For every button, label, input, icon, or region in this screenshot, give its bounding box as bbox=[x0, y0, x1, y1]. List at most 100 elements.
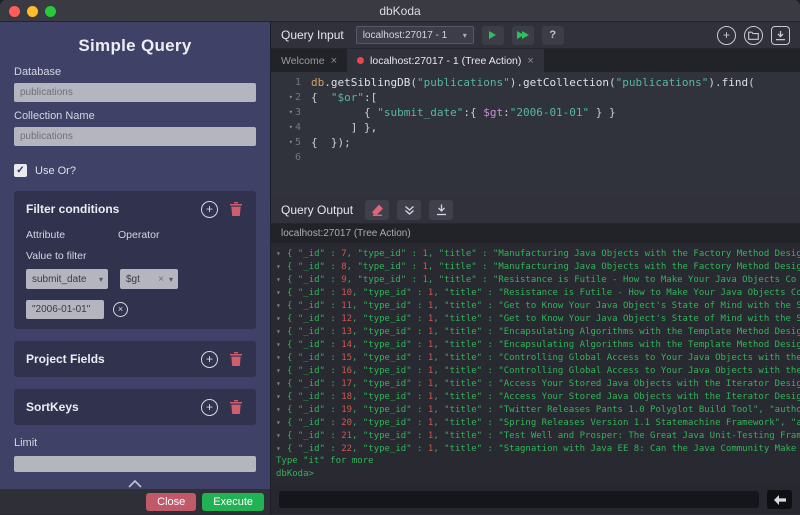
save-file-button[interactable] bbox=[771, 26, 790, 45]
output-tab[interactable]: localhost:27017 (Tree Action) bbox=[281, 228, 411, 239]
fold-caret-icon[interactable]: ▾ bbox=[289, 105, 293, 120]
clear-operator-icon[interactable]: × bbox=[156, 274, 166, 285]
expand-caret-icon[interactable]: ▾ bbox=[276, 390, 287, 403]
database-input[interactable] bbox=[14, 83, 256, 102]
terminal-text: { "_id" : bbox=[287, 301, 341, 311]
add-filter-button[interactable]: + bbox=[201, 201, 218, 218]
expand-caret-icon[interactable]: ▾ bbox=[276, 286, 287, 299]
tab-close-icon[interactable]: × bbox=[331, 55, 337, 67]
output-tabbar: localhost:27017 (Tree Action) bbox=[271, 224, 800, 243]
expand-caret-icon[interactable]: ▾ bbox=[276, 299, 287, 312]
terminal-number: 20 bbox=[341, 418, 352, 428]
editor-gutter: ▾4 bbox=[271, 120, 301, 135]
expand-caret-icon[interactable]: ▾ bbox=[276, 312, 287, 325]
terminal-number: 16 bbox=[341, 366, 352, 376]
terminal-line: ▾{ "_id" : 13, "type_id" : 1, "title" : … bbox=[276, 325, 800, 338]
editor-gutter: 1 bbox=[271, 75, 301, 90]
save-output-button[interactable] bbox=[429, 200, 453, 220]
collection-input[interactable] bbox=[14, 127, 256, 146]
show-more-button[interactable] bbox=[397, 200, 421, 220]
terminal-number: 15 bbox=[341, 353, 352, 363]
connection-select[interactable]: localhost:27017 - 1 ▾ bbox=[356, 26, 474, 44]
tab-welcome[interactable]: Welcome × bbox=[271, 49, 347, 72]
expand-caret-icon[interactable]: ▾ bbox=[276, 351, 287, 364]
add-project-field-button[interactable]: + bbox=[201, 351, 218, 368]
use-or-checkbox[interactable]: ✓ bbox=[14, 164, 27, 177]
zoom-window-button[interactable] bbox=[45, 6, 56, 17]
tab-close-icon[interactable]: × bbox=[527, 55, 533, 67]
editor-area: Query Input localhost:27017 - 1 ▾ ? + bbox=[270, 22, 800, 514]
expand-caret-icon[interactable]: ▾ bbox=[276, 338, 287, 351]
terminal-text: { "_id" : bbox=[287, 327, 341, 337]
filter-value-input[interactable] bbox=[26, 300, 104, 319]
editor-line: ▾5{ }); bbox=[271, 135, 800, 150]
operator-label: Operator bbox=[118, 229, 159, 241]
remove-filter-button[interactable] bbox=[228, 201, 244, 217]
terminal-line: ▾{ "_id" : 17, "type_id" : 1, "title" : … bbox=[276, 377, 800, 390]
submit-command-button[interactable] bbox=[767, 490, 792, 509]
sort-keys-title: SortKeys bbox=[26, 400, 201, 414]
terminal-text: { "_id" : bbox=[287, 275, 341, 285]
expand-caret-icon[interactable]: ▾ bbox=[276, 377, 287, 390]
add-editor-button[interactable]: + bbox=[717, 26, 736, 45]
sidebar-footer: Close Execute bbox=[0, 489, 270, 514]
editor-line: ▾3 { "submit_date":{ $gt:"2006-01-01" } … bbox=[271, 105, 800, 120]
remove-sort-key-button[interactable] bbox=[228, 399, 244, 415]
terminal-text: { "_id" : bbox=[287, 392, 341, 402]
execute-button[interactable]: Execute bbox=[202, 493, 264, 511]
terminal-text: , "title" : "Encapsulating Algorithms wi… bbox=[433, 327, 800, 337]
terminal-text: { "_id" : bbox=[287, 366, 341, 376]
prompt: dbKoda> bbox=[276, 469, 314, 479]
fold-caret-icon[interactable]: ▾ bbox=[289, 135, 293, 150]
minimize-window-button[interactable] bbox=[27, 6, 38, 17]
tab-connection[interactable]: localhost:27017 - 1 (Tree Action) × bbox=[347, 49, 544, 72]
terminal-text: , "type_id" : bbox=[352, 314, 428, 324]
expand-caret-icon[interactable]: ▾ bbox=[276, 364, 287, 377]
execute-all-button[interactable] bbox=[512, 26, 534, 45]
terminal-line: ▾{ "_id" : 14, "type_id" : 1, "title" : … bbox=[276, 338, 800, 351]
collapse-chevron-button[interactable] bbox=[128, 480, 142, 488]
expand-caret-icon[interactable]: ▾ bbox=[276, 247, 287, 260]
app-window: dbKoda Simple Query Database Collection … bbox=[0, 0, 800, 515]
expand-caret-icon[interactable]: ▾ bbox=[276, 325, 287, 338]
terminal-text: , "type_id" : bbox=[352, 444, 428, 454]
open-file-button[interactable] bbox=[744, 26, 763, 45]
attribute-select[interactable]: submit_date ▾ bbox=[26, 269, 108, 289]
plus-icon: + bbox=[206, 203, 213, 215]
terminal-text: { "_id" : bbox=[287, 288, 341, 298]
terminal-text: , "type_id" : bbox=[352, 379, 428, 389]
expand-caret-icon[interactable]: ▾ bbox=[276, 403, 287, 416]
explain-button[interactable]: ? bbox=[542, 26, 564, 45]
fold-caret-icon[interactable]: ▾ bbox=[289, 90, 293, 105]
fold-caret-icon[interactable]: ▾ bbox=[289, 120, 293, 135]
code-editor[interactable]: 1db.getSiblingDB("publications").getColl… bbox=[271, 72, 800, 197]
connection-select-value: localhost:27017 - 1 bbox=[363, 30, 448, 41]
terminal-text: , "title" : "Resistance is Futile - How … bbox=[428, 275, 796, 285]
operator-select[interactable]: $gt × ▾ bbox=[120, 269, 178, 289]
code-line: { "submit_date":{ $gt:"2006-01-01" } } bbox=[301, 105, 616, 120]
close-window-button[interactable] bbox=[9, 6, 20, 17]
clear-output-button[interactable] bbox=[365, 200, 389, 220]
remove-project-field-button[interactable] bbox=[228, 351, 244, 367]
execute-selected-button[interactable] bbox=[482, 26, 504, 45]
play-icon bbox=[489, 31, 496, 39]
code-line bbox=[301, 150, 311, 165]
expand-caret-icon[interactable]: ▾ bbox=[276, 442, 287, 455]
expand-caret-icon[interactable]: ▾ bbox=[276, 260, 287, 273]
unsaved-indicator-dot bbox=[357, 57, 364, 64]
terminal-line: ▾{ "_id" : 21, "type_id" : 1, "title" : … bbox=[276, 429, 800, 442]
expand-caret-icon[interactable]: ▾ bbox=[276, 429, 287, 442]
clear-value-button[interactable]: × bbox=[113, 302, 128, 317]
expand-caret-icon[interactable]: ▾ bbox=[276, 273, 287, 286]
add-sort-key-button[interactable]: + bbox=[201, 399, 218, 416]
limit-input[interactable] bbox=[14, 456, 256, 472]
terminal-output[interactable]: ▾{ "_id" : 7, "type_id" : 1, "title" : "… bbox=[271, 243, 800, 485]
close-button[interactable]: Close bbox=[146, 493, 196, 511]
terminal-text: , "type_id" : bbox=[352, 431, 428, 441]
trash-icon bbox=[230, 352, 242, 366]
terminal-text: { "_id" : bbox=[287, 418, 341, 428]
expand-caret-icon[interactable]: ▾ bbox=[276, 416, 287, 429]
terminal-text: , "type_id" : bbox=[352, 392, 428, 402]
terminal-input[interactable] bbox=[279, 491, 759, 508]
operator-select-value: $gt bbox=[126, 274, 140, 285]
